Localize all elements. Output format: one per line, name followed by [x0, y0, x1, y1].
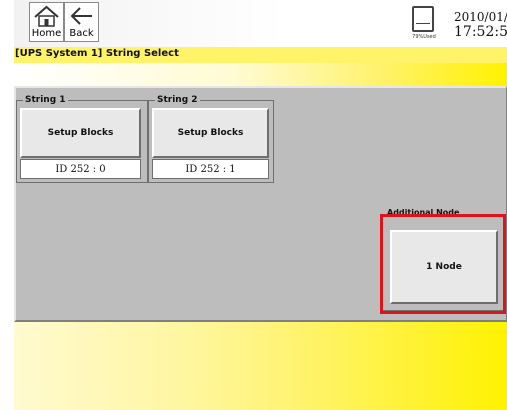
- string-2-id: ID 252 : 1: [152, 159, 269, 179]
- string-1-group: String 1 Setup Blocks ID 252 : 0: [16, 95, 148, 183]
- storage-usage: 79%Used: [412, 34, 436, 40]
- string-2-group: String 2 Setup Blocks ID 252 : 1: [148, 95, 274, 183]
- home-icon: [34, 5, 59, 27]
- title-bar: [UPS System 1] String Select: [14, 47, 507, 63]
- footer-band: [14, 322, 507, 410]
- header-band: [14, 63, 507, 86]
- string-1-setup-blocks-button[interactable]: Setup Blocks: [20, 108, 141, 158]
- page-title: [UPS System 1] String Select: [15, 48, 179, 59]
- hmi-screen: Home Back 79%Used 2010/01/08 17:52:57 [U…: [0, 0, 507, 410]
- additional-node-legend: Additional Node: [386, 208, 461, 217]
- back-button[interactable]: Back: [64, 2, 99, 42]
- status-date: 2010/01/08: [454, 10, 507, 24]
- one-node-button[interactable]: 1 Node: [390, 230, 498, 304]
- string-1-id: ID 252 : 0: [20, 159, 141, 179]
- back-label: Back: [69, 28, 94, 39]
- status-time: 17:52:57: [454, 24, 507, 40]
- string-1-legend: String 1: [23, 95, 68, 105]
- storage-icon: [412, 6, 434, 32]
- home-button[interactable]: Home: [29, 2, 64, 42]
- home-label: Home: [31, 28, 62, 39]
- string-2-legend: String 2: [155, 95, 200, 105]
- string-2-setup-blocks-button[interactable]: Setup Blocks: [152, 108, 269, 158]
- top-bar: Home Back 79%Used 2010/01/08 17:52:57: [14, 0, 507, 47]
- back-arrow-icon: [70, 7, 92, 25]
- additional-node-group: Additional Node 1 Node: [381, 208, 504, 311]
